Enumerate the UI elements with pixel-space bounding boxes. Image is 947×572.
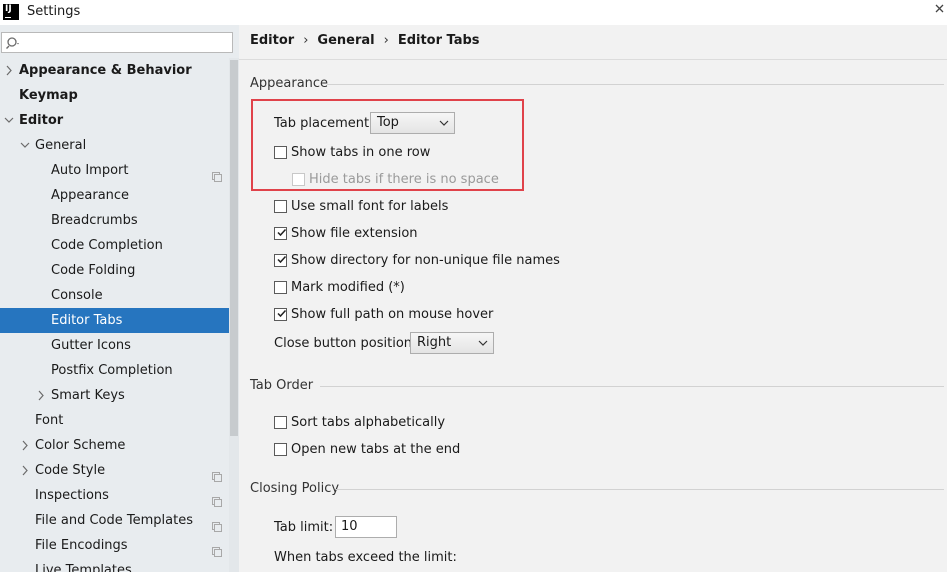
settings-search[interactable] (1, 32, 233, 53)
checkbox-box[interactable] (274, 281, 287, 294)
section-title-appearance: Appearance (250, 76, 329, 91)
close-button-position-select[interactable]: Right (410, 332, 494, 354)
sidebar-item-label: File Encodings (35, 538, 128, 553)
sidebar-item-label: Editor Tabs (51, 313, 123, 328)
checkmark-icon (277, 255, 287, 264)
sidebar-item-appearance-behavior[interactable]: Appearance & Behavior (0, 58, 239, 83)
tab-limit-input[interactable]: 10 (335, 516, 397, 538)
section-divider (320, 386, 944, 387)
sidebar-item-editor-tabs[interactable]: Editor Tabs (0, 308, 239, 333)
sidebar-item-label: Code Style (35, 463, 106, 478)
sidebar-item-color-scheme[interactable]: Color Scheme (0, 433, 239, 458)
project-scope-icon (212, 491, 222, 507)
checkbox-box[interactable] (274, 200, 287, 213)
sidebar-item-label: General (35, 138, 87, 153)
close-button-position-label: Close button position: (274, 336, 417, 351)
header-divider (239, 59, 947, 60)
checkmark-icon (277, 228, 287, 237)
window-title: Settings (27, 4, 81, 19)
sidebar-item-keymap[interactable]: Keymap (0, 83, 239, 108)
sidebar-item-label: Gutter Icons (51, 338, 131, 353)
intellij-logo-icon: IJ (3, 4, 19, 20)
section-title-tab-order: Tab Order (250, 378, 314, 393)
sidebar-item-label: Color Scheme (35, 438, 126, 453)
section-divider (327, 84, 944, 85)
breadcrumb-editor[interactable]: Editor (250, 33, 294, 48)
sidebar-scrollbar-thumb[interactable] (230, 60, 238, 436)
sidebar-item-gutter-icons[interactable]: Gutter Icons (0, 333, 239, 358)
section-divider (336, 489, 944, 490)
tab-limit-label: Tab limit: (274, 520, 334, 535)
sidebar-item-label: Appearance & Behavior (19, 63, 192, 78)
checkbox-box[interactable] (274, 443, 287, 456)
sidebar-item-postfix-completion[interactable]: Postfix Completion (0, 358, 239, 383)
sidebar-item-code-folding[interactable]: Code Folding (0, 258, 239, 283)
checkbox-box[interactable] (274, 254, 287, 267)
checkbox-box[interactable] (274, 227, 287, 240)
breadcrumb-separator: › (383, 33, 389, 48)
sidebar-item-label: Inspections (35, 488, 109, 503)
project-scope-icon (212, 466, 222, 482)
project-scope-icon (212, 516, 222, 532)
sidebar-item-smart-keys[interactable]: Smart Keys (0, 383, 239, 408)
breadcrumb-separator: › (303, 33, 309, 48)
sidebar-item-breadcrumbs[interactable]: Breadcrumbs (0, 208, 239, 233)
sidebar-item-label: Live Templates (35, 563, 132, 572)
sidebar-item-file-and-code-templates[interactable]: File and Code Templates (0, 508, 239, 533)
sidebar-item-editor[interactable]: Editor (0, 108, 239, 133)
sidebar-item-inspections[interactable]: Inspections (0, 483, 239, 508)
sidebar-item-label: Postfix Completion (51, 363, 173, 378)
section-title-closing-policy: Closing Policy (250, 481, 340, 496)
sidebar-item-auto-import[interactable]: Auto Import (0, 158, 239, 183)
settings-sidebar: Appearance & Behavior Keymap Editor General… (0, 25, 239, 572)
close-button-position-value: Right (417, 335, 452, 350)
annotation-highlight-box (251, 99, 524, 191)
checkmark-icon (277, 309, 287, 318)
sidebar-item-appearance[interactable]: Appearance (0, 183, 239, 208)
checkbox-box[interactable] (274, 416, 287, 429)
search-icon (6, 37, 19, 49)
breadcrumb-general[interactable]: General (317, 33, 374, 48)
close-icon (935, 4, 944, 13)
close-window-button[interactable] (935, 2, 945, 20)
sidebar-item-console[interactable]: Console (0, 283, 239, 308)
sidebar-item-code-style[interactable]: Code Style (0, 458, 239, 483)
sidebar-item-label: Font (35, 413, 64, 428)
sidebar-item-code-completion[interactable]: Code Completion (0, 233, 239, 258)
chevron-down-icon (478, 340, 488, 346)
sidebar-item-font[interactable]: Font (0, 408, 239, 433)
sidebar-item-label: Console (51, 288, 103, 303)
sidebar-item-label: Auto Import (51, 163, 129, 178)
exceed-limit-label: When tabs exceed the limit: (274, 550, 457, 565)
sidebar-item-label: Breadcrumbs (51, 213, 138, 228)
project-scope-icon (212, 541, 222, 557)
sidebar-item-label: File and Code Templates (35, 513, 193, 528)
sidebar-item-label: Smart Keys (51, 388, 125, 403)
sidebar-item-label: Code Folding (51, 263, 136, 278)
sidebar-item-label: Appearance (51, 188, 130, 203)
search-input[interactable] (24, 34, 228, 51)
breadcrumb: Editor › General › Editor Tabs (250, 33, 480, 48)
sidebar-item-label: Keymap (19, 88, 78, 103)
breadcrumb-editor-tabs: Editor Tabs (397, 33, 480, 48)
sidebar-item-general[interactable]: General (0, 133, 239, 158)
sidebar-item-label: Code Completion (51, 238, 163, 253)
sidebar-item-live-templates[interactable]: Live Templates (0, 558, 239, 572)
checkbox-box[interactable] (274, 308, 287, 321)
sidebar-item-file-encodings[interactable]: File Encodings (0, 533, 239, 558)
project-scope-icon (212, 166, 222, 182)
sidebar-item-label: Editor (19, 113, 64, 128)
title-bar: IJ Settings (0, 0, 947, 25)
